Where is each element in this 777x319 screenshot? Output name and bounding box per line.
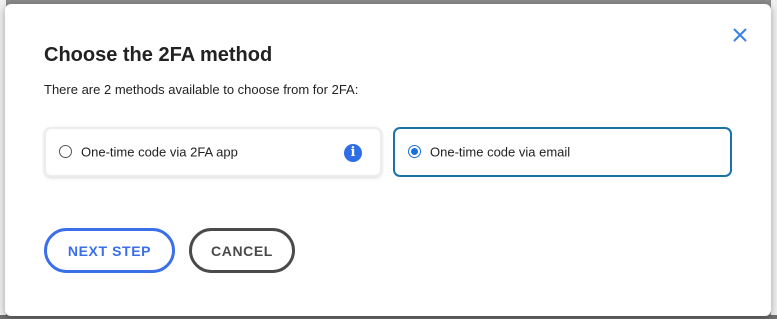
next-step-button[interactable]: NEXT STEP bbox=[44, 228, 175, 273]
dialog-title: Choose the 2FA method bbox=[44, 44, 273, 66]
background-page-right bbox=[771, 0, 777, 319]
radio-email[interactable] bbox=[408, 145, 421, 158]
option-2fa-app[interactable]: One-time code via 2FA app i bbox=[44, 127, 382, 177]
choose-2fa-dialog: Choose the 2FA method There are 2 method… bbox=[5, 4, 771, 316]
close-button[interactable] bbox=[729, 24, 751, 46]
radio-2fa-app[interactable] bbox=[59, 145, 72, 158]
close-icon bbox=[733, 28, 747, 42]
dialog-subtitle: There are 2 methods available to choose … bbox=[44, 82, 359, 97]
cancel-button[interactable]: CANCEL bbox=[189, 228, 295, 273]
option-email[interactable]: One-time code via email bbox=[393, 127, 732, 177]
option-email-label: One-time code via email bbox=[430, 144, 571, 160]
info-icon[interactable]: i bbox=[344, 144, 362, 162]
option-2fa-app-label: One-time code via 2FA app bbox=[81, 144, 238, 160]
